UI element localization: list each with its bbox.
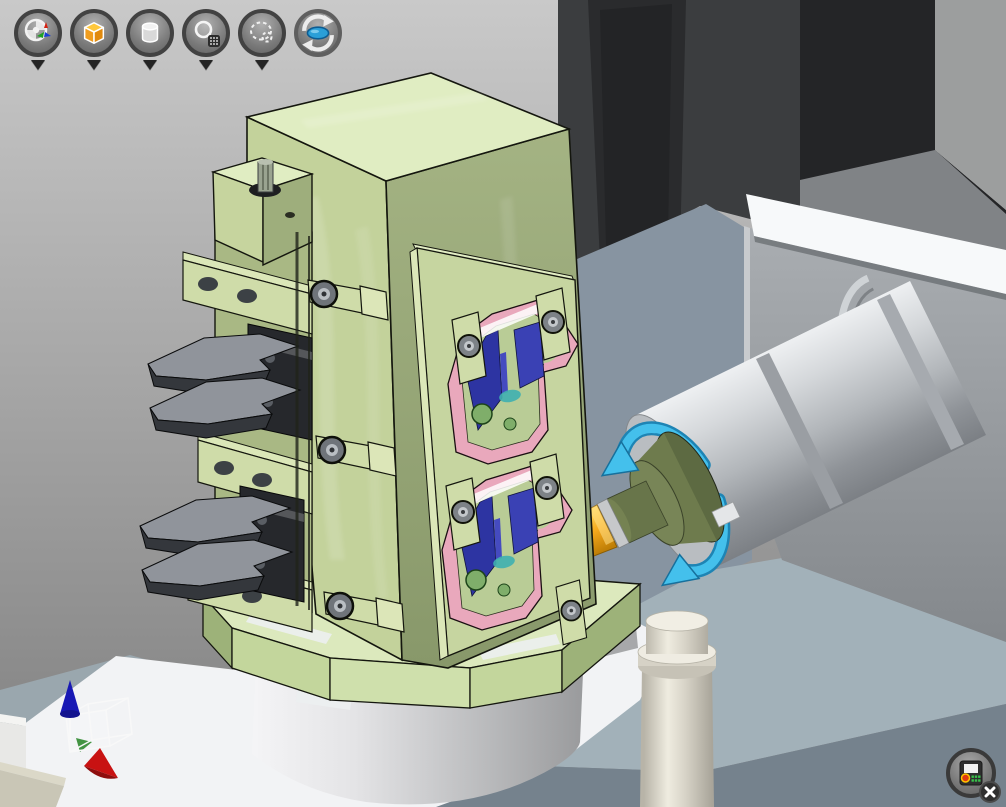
circular-arrows-lens-icon: [299, 14, 337, 52]
view-wheel-axes-icon: [23, 18, 53, 48]
dropdown-arrow[interactable]: [255, 60, 269, 70]
toolbar-button-refresh-view[interactable]: [292, 9, 344, 73]
toolbar-button-stock-cylinder[interactable]: [124, 9, 176, 73]
dropdown-arrow[interactable]: [199, 60, 213, 70]
close-x-icon[interactable]: [979, 781, 1001, 803]
toolbar-button-view-orientation[interactable]: [12, 9, 64, 73]
dropdown-arrow[interactable]: [31, 60, 45, 70]
dropdown-arrow[interactable]: [143, 60, 157, 70]
cylinder-icon: [136, 19, 164, 47]
dashed-circle-icon: [247, 18, 277, 48]
view-toolbar: [12, 9, 344, 73]
toolbar-button-zoom[interactable]: [180, 9, 232, 73]
scene-3d[interactable]: [0, 0, 1006, 807]
magnifier-grid-icon: [191, 18, 221, 48]
toolbar-button-show-cube[interactable]: [68, 9, 120, 73]
machine-control-panel-button[interactable]: [946, 748, 998, 800]
orange-cube-icon: [80, 19, 108, 47]
simulation-viewport[interactable]: [0, 0, 1006, 807]
toolbar-button-selection[interactable]: [236, 9, 288, 73]
support-cylinder[interactable]: [638, 611, 716, 807]
dropdown-arrow[interactable]: [87, 60, 101, 70]
